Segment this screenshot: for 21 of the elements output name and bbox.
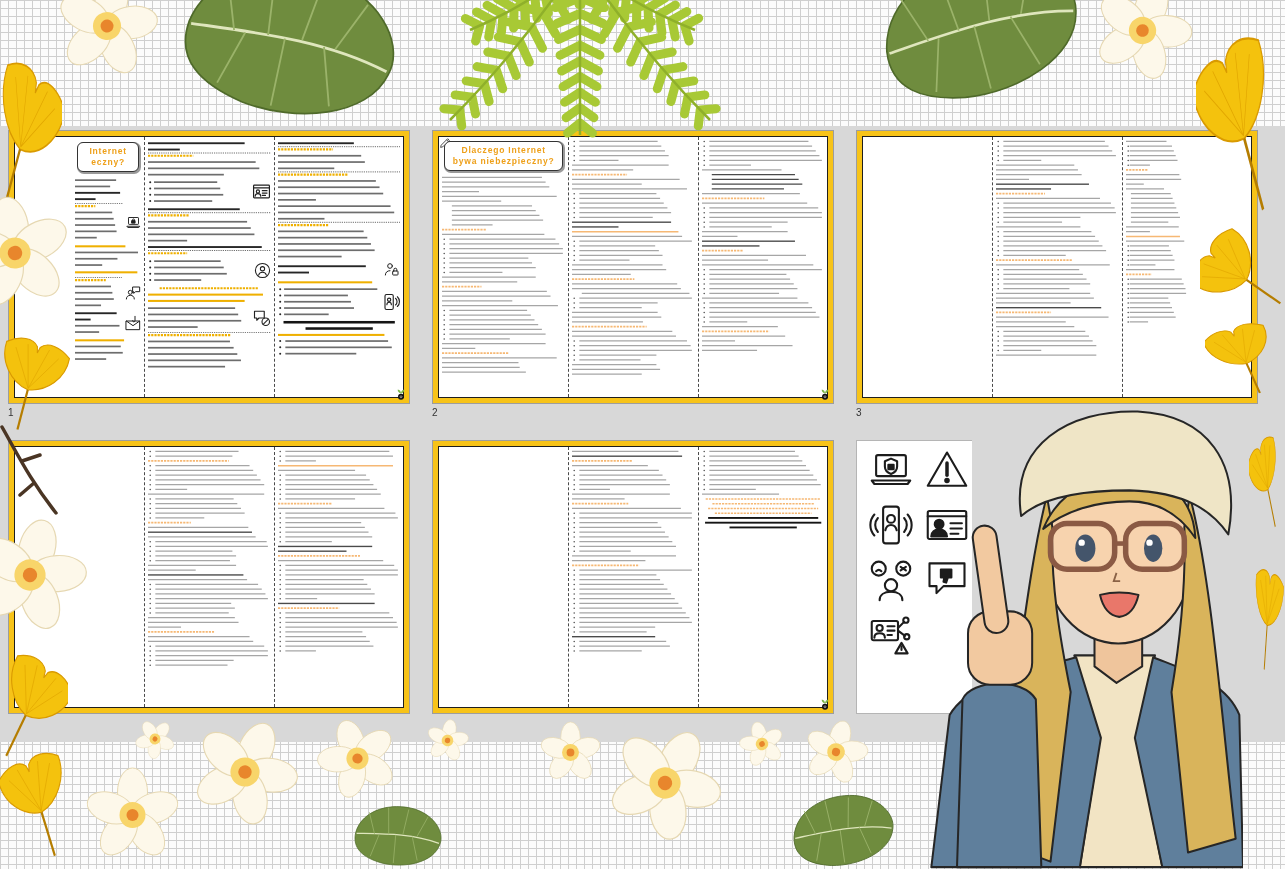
- phone-person-icon: [382, 293, 400, 312]
- slide-thumbnail[interactable]: Internet eczny?: [8, 130, 410, 404]
- laptop-lock-icon: [126, 214, 142, 230]
- slide-number: 1: [8, 407, 14, 419]
- slide-title: eczny?: [90, 157, 126, 169]
- pen-icon: [439, 136, 452, 149]
- slide-title: bywa niebezpieczny?: [451, 156, 556, 168]
- id-card-network-icon: [869, 614, 913, 656]
- slide-number: 2: [432, 407, 438, 419]
- slide-thumbnail[interactable]: Dlaczego Internet bywa niebezpieczny?: [432, 130, 834, 404]
- upset-person-icon: [869, 559, 913, 601]
- person-circle-icon: [253, 261, 271, 279]
- slide-title: Internet: [88, 146, 128, 158]
- person-lock-icon: [384, 261, 400, 278]
- slide-number: 3: [856, 407, 862, 419]
- envelope-hook-icon: [125, 314, 142, 331]
- person-chat-icon: [125, 284, 142, 301]
- slide-thumbnail[interactable]: [856, 440, 972, 714]
- chat-blocked-icon: [252, 308, 271, 327]
- phone-call-icon: [869, 504, 913, 546]
- slide-title: Dlaczego Internet: [460, 145, 547, 157]
